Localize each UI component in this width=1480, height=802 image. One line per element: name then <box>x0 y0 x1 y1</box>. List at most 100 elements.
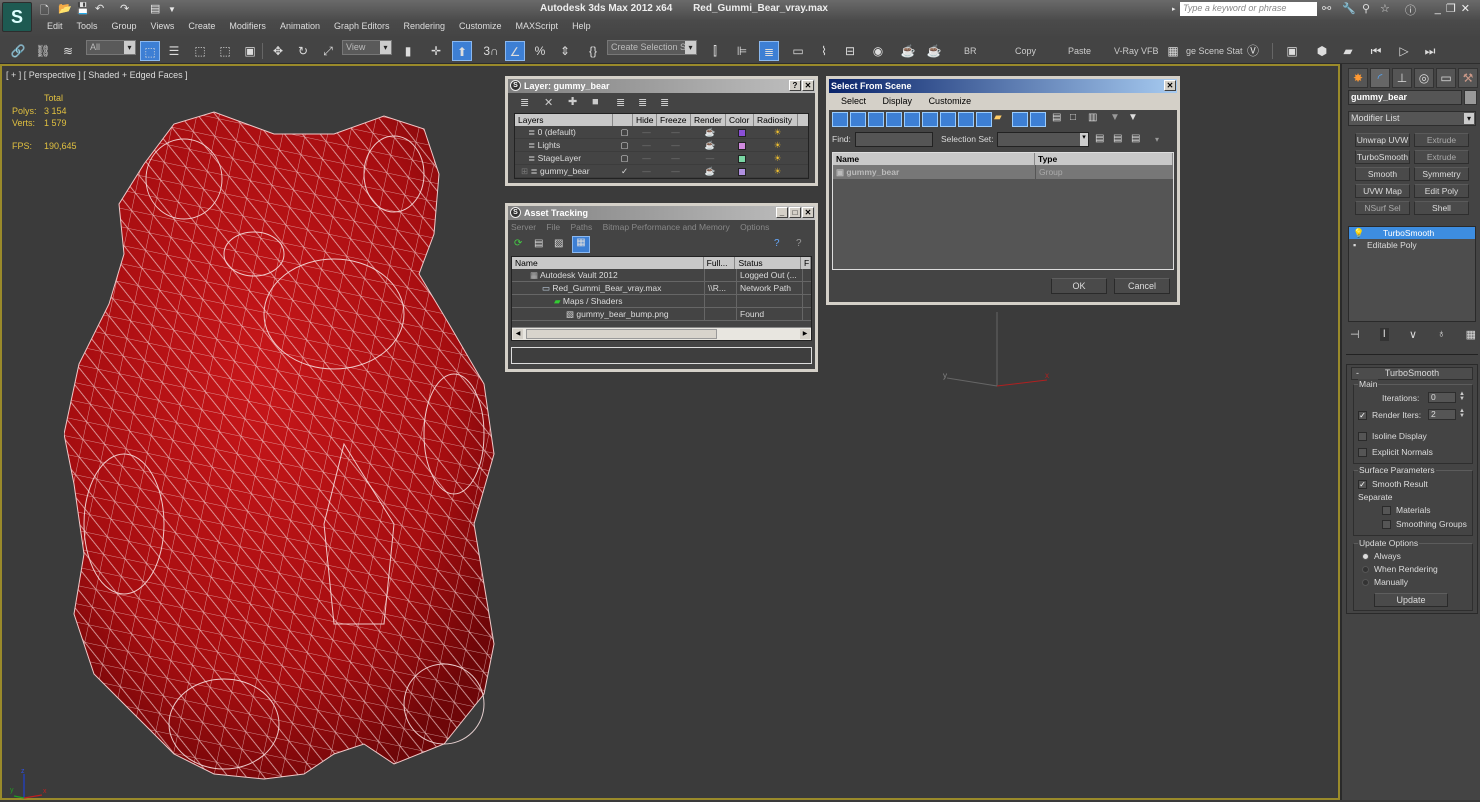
remove-modifier-icon[interactable]: ♁ <box>1437 328 1445 341</box>
vray-logo-icon[interactable]: Ⓥ <box>1243 41 1263 61</box>
xrefs-filter-icon[interactable] <box>958 112 974 127</box>
helpers-filter-icon[interactable] <box>904 112 920 127</box>
configure-modifier-sets-icon[interactable]: ▦ <box>1466 328 1476 341</box>
menu-edit[interactable]: Edit <box>40 21 70 31</box>
scene-explorer-icon[interactable]: ▭ <box>788 41 808 61</box>
angle-snap-icon[interactable]: ∠ <box>505 41 525 61</box>
menu-animation[interactable]: Animation <box>273 21 327 31</box>
viewport-label[interactable]: [ + ] [ Perspective ] [ Shaded + Edged F… <box>6 70 188 80</box>
expand-icon[interactable] <box>521 127 526 137</box>
menu-help[interactable]: Help <box>565 21 598 31</box>
scene-states-icon[interactable]: ▦ <box>1163 41 1183 61</box>
stack-item-turbosmooth[interactable]: 💡 TurboSmooth <box>1349 227 1475 239</box>
unwrap-uvw-button[interactable]: Unwrap UVW <box>1355 133 1410 147</box>
stack-item-editable-poly[interactable]: ▪ Editable Poly <box>1349 239 1475 251</box>
bind-space-warp-icon[interactable]: ≋ <box>58 41 78 61</box>
render-iters-spinner-arrows[interactable]: ▲ ▼ <box>1458 408 1466 420</box>
extrude-button[interactable]: Extrude <box>1414 133 1469 147</box>
material-editor-icon[interactable]: ◉ <box>868 41 888 61</box>
menu-tools[interactable]: Tools <box>70 21 105 31</box>
menu-customize[interactable]: Customize <box>929 96 972 106</box>
render-toggle-icon[interactable]: ☕ <box>691 126 726 138</box>
horizontal-scrollbar[interactable]: ◀ ▶ <box>512 327 811 340</box>
smooth-result-checkbox[interactable]: ✓ <box>1358 480 1367 489</box>
window-crossing-icon[interactable]: ⬚ <box>215 41 235 61</box>
refresh-icon[interactable]: ⟳ <box>514 238 522 249</box>
unlink-icon[interactable]: ⛓ <box>33 41 53 61</box>
select-window-icon[interactable]: ▣ <box>240 41 260 61</box>
select-all-icon[interactable]: ▤ <box>1052 112 1068 127</box>
uvw-map-button[interactable]: UVW Map <box>1355 184 1410 198</box>
add-to-layer-icon[interactable]: ✚ <box>568 95 577 108</box>
cameras-filter-icon[interactable] <box>886 112 902 127</box>
radiosity-icon[interactable]: ☀ <box>754 139 798 151</box>
maximize-icon[interactable]: □ <box>789 207 801 218</box>
render-toggle-icon[interactable]: — <box>691 152 726 164</box>
spinner-snap-icon[interactable]: ⇕ <box>555 41 575 61</box>
restore-icon[interactable]: ❐ <box>1446 3 1461 15</box>
menu-rendering[interactable]: Rendering <box>397 21 453 31</box>
menu-display[interactable]: Display <box>883 96 913 106</box>
object-group-icon[interactable]: ⬢ <box>1312 41 1332 61</box>
iterations-spinner[interactable]: 0 <box>1428 392 1456 403</box>
hide-toggle[interactable]: — <box>633 139 657 151</box>
menu-file[interactable]: File <box>546 222 560 232</box>
name-column-header[interactable]: Name <box>833 153 1036 165</box>
hide-toggle[interactable]: — <box>633 152 657 164</box>
menu-customize[interactable]: Customize <box>452 21 509 31</box>
expand-search-icon[interactable]: ▸ <box>1172 5 1176 13</box>
expand-icon[interactable]: ▪ <box>1353 239 1356 251</box>
select-invert-icon[interactable]: ▥ <box>1088 112 1104 127</box>
new-file-icon[interactable]: 🗋 <box>40 2 49 21</box>
render-toggle-icon[interactable]: ☕ <box>691 139 726 151</box>
show-end-result-icon[interactable]: I <box>1379 328 1389 341</box>
render-tool-icon[interactable]: ▰ <box>1338 41 1358 61</box>
ok-button[interactable]: OK <box>1051 278 1107 294</box>
remove-from-selection-set-icon[interactable]: ▤ <box>1131 133 1140 144</box>
display-tab-icon[interactable]: ▭ <box>1436 68 1456 88</box>
menu-bitmap-performance[interactable]: Bitmap Performance and Memory <box>603 222 730 232</box>
redo-icon[interactable]: ↷ <box>120 2 129 15</box>
mirror-icon[interactable]: ⫿ <box>705 41 725 61</box>
menu-modifiers[interactable]: Modifiers <box>222 21 273 31</box>
freeze-toggle[interactable]: — <box>657 152 691 164</box>
play-icon[interactable]: ▷ <box>1394 41 1414 61</box>
freeze-all-icon[interactable]: ≣ <box>660 96 669 109</box>
lights-filter-icon[interactable] <box>868 112 884 127</box>
current-layer-toggle[interactable]: ▢ <box>613 126 633 138</box>
percent-snap-icon[interactable]: % <box>530 41 550 61</box>
move-icon[interactable]: ✥ <box>268 41 288 61</box>
next-frame-icon[interactable]: ⏭ <box>1420 41 1440 61</box>
type-column-header[interactable]: Type <box>1035 153 1173 165</box>
expand-icon[interactable]: ⊞ <box>521 166 528 176</box>
groups-filter-icon[interactable] <box>940 112 956 127</box>
help-icon[interactable]: ⓘ <box>1405 2 1416 18</box>
freeze-toggle[interactable]: — <box>657 126 691 138</box>
motion-tab-icon[interactable]: ◎ <box>1414 68 1434 88</box>
reference-coord-dropdown[interactable]: View <box>342 40 392 55</box>
select-from-scene-titlebar[interactable]: Select From Scene ✕ <box>829 79 1177 93</box>
layer-row[interactable]: ≣ 0 (default) ▢ — — ☕ ☀ <box>515 126 808 139</box>
create-selection-set-icon[interactable]: ▤ <box>1095 133 1104 144</box>
close-icon[interactable]: ✕ <box>1164 80 1176 91</box>
freeze-toggle[interactable]: — <box>657 165 691 177</box>
hide-toggle[interactable]: — <box>633 165 657 177</box>
geometry-filter-icon[interactable] <box>832 112 848 127</box>
context-help-icon[interactable]: ? <box>796 238 802 249</box>
menu-paths[interactable]: Paths <box>571 222 593 232</box>
filter-options-icon[interactable]: ▼ <box>1128 112 1144 127</box>
shapes-filter-icon[interactable] <box>850 112 866 127</box>
containers-filter-icon[interactable]: ▰ <box>994 112 1010 127</box>
render-setup-icon[interactable]: ☕ <box>898 41 918 61</box>
help-icon[interactable]: ? <box>789 80 801 91</box>
close-icon[interactable]: ✕ <box>802 207 814 218</box>
menu-maxscript[interactable]: MAXScript <box>509 21 566 31</box>
hide-toggle[interactable]: — <box>633 126 657 138</box>
modify-tab-icon[interactable]: ◜ <box>1370 68 1390 88</box>
asset-row[interactable]: ▰ Maps / Shaders <box>512 295 811 308</box>
paste-button[interactable]: Paste <box>1068 46 1091 56</box>
update-button[interactable]: Update <box>1374 593 1448 607</box>
layer-properties-icon[interactable]: ≣ <box>638 96 647 109</box>
edit-poly-button[interactable]: Edit Poly <box>1414 184 1469 198</box>
vray-vfb-button[interactable]: V-Ray VFB <box>1114 46 1159 56</box>
